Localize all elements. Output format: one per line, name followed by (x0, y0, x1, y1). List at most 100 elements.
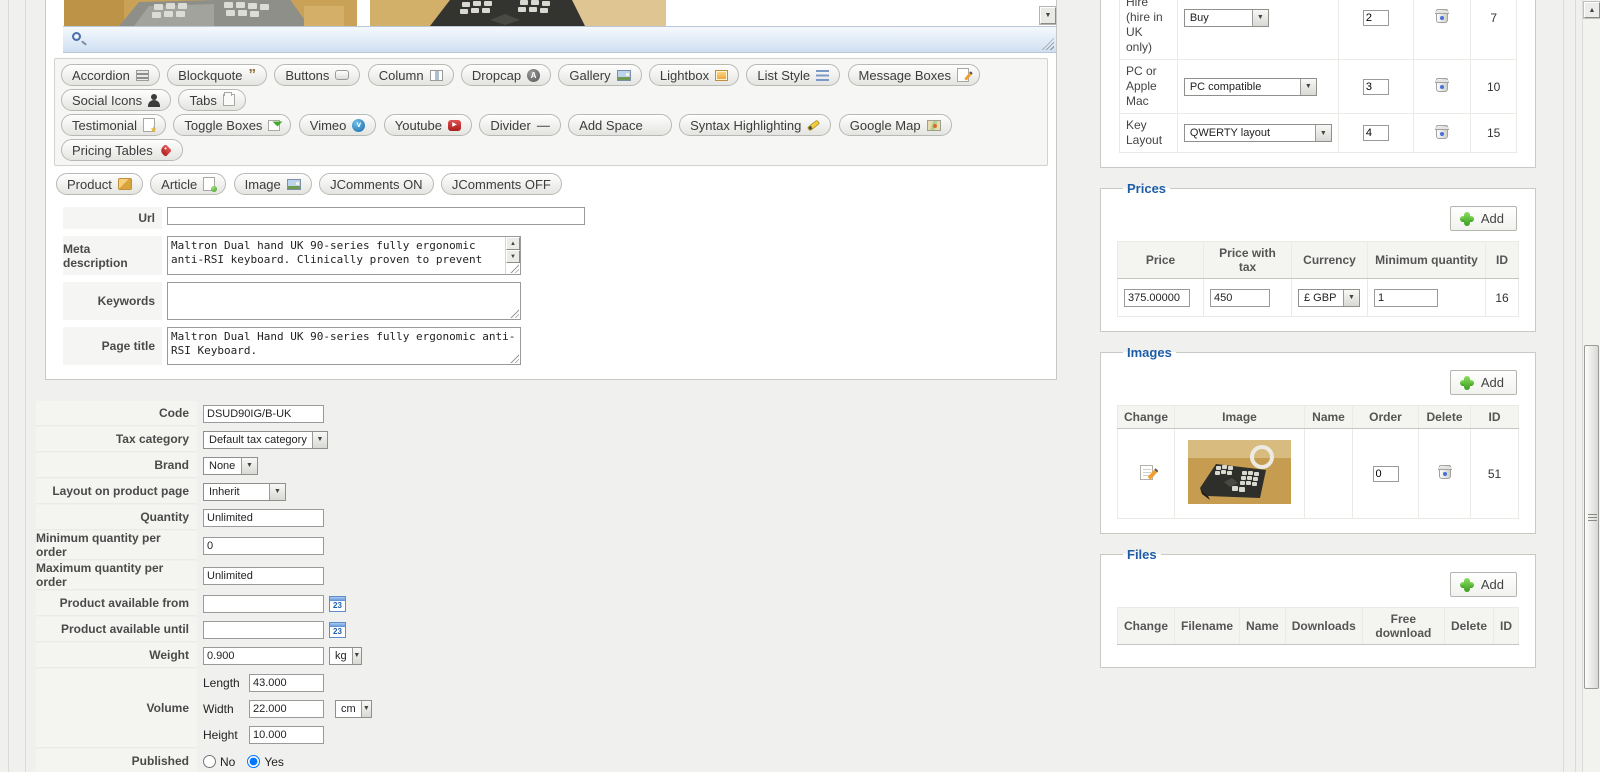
layout-select[interactable]: Inherit ▼ (203, 482, 286, 501)
weight-input[interactable] (203, 646, 324, 665)
jcomments-on-button[interactable]: JComments ON (319, 173, 434, 195)
meta-description-textarea[interactable]: Maltron Dual hand UK 90-series fully erg… (168, 237, 520, 274)
product-image-thumbnail[interactable] (1188, 440, 1292, 504)
blockquote-button[interactable]: Blockquote ” (167, 64, 267, 86)
currency-select[interactable]: £ GBP ▼ (1298, 288, 1360, 307)
edit-pencil-icon[interactable] (1139, 464, 1153, 480)
product-button[interactable]: Product (56, 173, 143, 195)
volume-length-row: Length (203, 670, 324, 696)
wysiwyg-editor-content[interactable]: ▼ (63, 0, 1056, 26)
min-quantity-input[interactable] (203, 536, 324, 555)
width-label: Width (203, 701, 234, 716)
trash-icon[interactable] (1435, 78, 1450, 92)
scroll-up-button[interactable]: ▲ (1583, 1, 1600, 19)
prices-panel: Prices Add Price Price with tax Currency… (1100, 181, 1536, 332)
social-icons-button[interactable]: Social Icons (61, 89, 172, 111)
price-input[interactable] (1124, 288, 1190, 307)
pricing-tables-button[interactable]: Pricing Tables (61, 139, 183, 161)
scrollbar-thumb[interactable] (1584, 345, 1599, 689)
add-space-button[interactable]: Add Space (568, 114, 672, 136)
tax-category-select[interactable]: Default tax category ▼ (203, 430, 328, 449)
tabs-button[interactable]: Tabs (178, 89, 246, 111)
volume-unit-select[interactable]: cm ▼ (335, 699, 372, 718)
length-input[interactable] (249, 673, 324, 692)
calendar-icon[interactable]: 23 (329, 595, 346, 612)
jcomments-off-button[interactable]: JComments OFF (440, 173, 562, 195)
max-quantity-input[interactable] (203, 566, 324, 585)
quantity-input[interactable] (203, 508, 324, 527)
testimonial-icon (143, 118, 157, 134)
column-button[interactable]: Column (367, 64, 454, 86)
chevron-down-icon: ▼ (1044, 12, 1052, 19)
add-price-button[interactable]: Add (1449, 206, 1517, 231)
keywords-wrapper (167, 282, 521, 320)
width-input[interactable] (249, 699, 324, 718)
key-layout-select[interactable]: QWERTY layout ▼ (1183, 124, 1332, 142)
add-image-button-label: Add (1480, 375, 1504, 390)
list-style-button[interactable]: List Style (746, 64, 841, 86)
published-no-radio[interactable] (203, 755, 216, 768)
editor-scrollbar[interactable]: ▼ (1039, 0, 1056, 26)
minimum-quantity-input[interactable] (1374, 288, 1438, 307)
toggle-boxes-button[interactable]: Toggle Boxes (173, 114, 292, 136)
accordion-button[interactable]: Accordion (61, 64, 160, 86)
trash-icon[interactable] (1435, 124, 1450, 139)
scroll-up-icon[interactable]: ▲ (506, 237, 520, 250)
divider-button[interactable]: Divider — (479, 114, 561, 136)
dropcap-button[interactable]: Dropcap A (460, 64, 552, 86)
page-title-textarea[interactable]: Maltron Dual Hand UK 90-series fully erg… (168, 328, 520, 364)
image-button[interactable]: Image (233, 173, 312, 195)
url-input[interactable] (167, 207, 585, 225)
characteristic-order-input[interactable] (1362, 125, 1389, 141)
available-from-input[interactable] (203, 594, 324, 613)
characteristic-id: 10 (1470, 59, 1517, 114)
brand-select[interactable]: None ▼ (203, 456, 258, 475)
volume-unit-value: cm (341, 702, 356, 715)
pc-or-mac-select[interactable]: PC compatible ▼ (1183, 77, 1317, 96)
published-row: Published No Yes (36, 749, 1057, 772)
gallery-button[interactable]: Gallery (558, 64, 642, 86)
weight-unit-select[interactable]: kg ▼ (329, 646, 362, 665)
price-with-tax-input[interactable] (1210, 288, 1270, 307)
published-yes-radio[interactable] (247, 755, 261, 768)
files-legend: Files (1127, 547, 1157, 562)
hikashop-product-edit-page: { "icons": { "editor_scroll_down": "▼", … (0, 0, 1600, 772)
trash-icon[interactable] (1437, 465, 1452, 479)
code-input[interactable] (203, 404, 324, 423)
keywords-textarea[interactable] (168, 283, 520, 319)
message-boxes-button[interactable]: Message Boxes (847, 64, 981, 86)
youtube-button[interactable]: Youtube ▶ (383, 114, 472, 136)
message-boxes-button-label: Message Boxes (858, 67, 952, 83)
tabs-button-label: Tabs (189, 92, 217, 108)
buttons-button[interactable]: Buttons (274, 64, 361, 86)
testimonial-button[interactable]: Testimonial (61, 114, 167, 136)
editor-resize-grip[interactable] (1042, 38, 1054, 50)
image-order-input[interactable] (1372, 465, 1399, 482)
buy-or-hire-select[interactable]: Buy ▼ (1183, 8, 1269, 27)
editor-scroll-down-button[interactable]: ▼ (1039, 6, 1056, 25)
page-scrollbar[interactable]: ▲ (1582, 0, 1600, 772)
trash-icon[interactable] (1435, 9, 1450, 23)
volume-height-row: Height (203, 722, 324, 748)
article-button[interactable]: Article (150, 173, 227, 195)
chevron-down-icon: ▼ (269, 483, 285, 500)
page-frame-left-outer (8, 0, 9, 772)
characteristic-order-input[interactable] (1362, 78, 1389, 95)
chevron-up-icon: ▲ (1588, 7, 1596, 14)
scroll-down-icon[interactable]: ▼ (506, 250, 520, 263)
calendar-icon[interactable]: 23 (329, 621, 346, 638)
google-map-button[interactable]: Google Map (838, 114, 952, 136)
table-row: Key Layout QWERTY layout ▼ 15 (1119, 113, 1517, 153)
height-input[interactable] (249, 725, 324, 744)
price-tag-icon (158, 143, 172, 157)
vimeo-button[interactable]: Vimeo v (298, 114, 377, 136)
page-frame-right-outer (1575, 0, 1576, 772)
lightbox-button[interactable]: Lightbox (648, 64, 740, 86)
available-until-input[interactable] (203, 620, 324, 639)
syntax-highlighting-button[interactable]: Syntax Highlighting (679, 114, 832, 136)
image-header: Image (1174, 405, 1306, 429)
dropcap-icon: A (527, 68, 541, 82)
characteristic-order-input[interactable] (1362, 9, 1389, 26)
add-image-button[interactable]: Add (1449, 370, 1517, 395)
add-file-button[interactable]: Add (1449, 572, 1517, 597)
